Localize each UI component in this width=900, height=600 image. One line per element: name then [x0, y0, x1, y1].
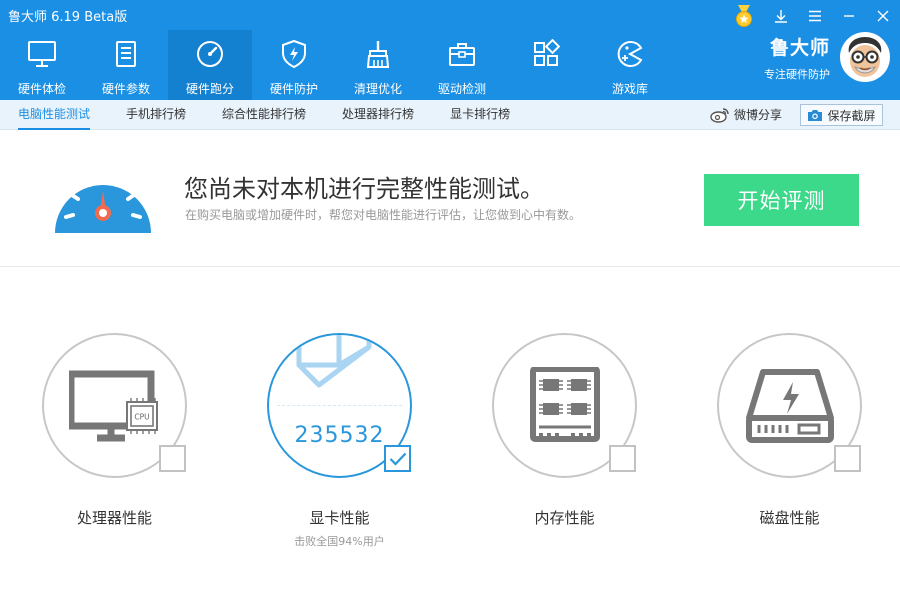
- card-disk: 磁盘性能: [717, 333, 900, 573]
- broom-icon: [366, 41, 390, 68]
- nav-item-apps[interactable]: [504, 30, 588, 100]
- monitor-icon: [28, 41, 56, 67]
- brand: 鲁大师 专注硬件防护: [764, 32, 890, 82]
- nav-label: 硬件防护: [269, 82, 318, 96]
- avatar[interactable]: [840, 32, 890, 82]
- tab-cpu-ranking[interactable]: 处理器排行榜: [342, 100, 414, 130]
- card-cpu: CPU 处理器性能: [42, 333, 232, 573]
- medal-button[interactable]: [724, 0, 764, 32]
- nav-label: 硬件参数: [101, 82, 150, 96]
- nav-item-driver-check[interactable]: 驱动检测: [420, 30, 504, 100]
- menu-button[interactable]: [798, 0, 832, 32]
- gpu-rank-text: 击败全国94%用户: [294, 535, 385, 548]
- brand-slogan: 专注硬件防护: [764, 67, 830, 81]
- close-button[interactable]: [866, 0, 900, 32]
- card-label-gpu: 显卡性能: [309, 509, 370, 527]
- weibo-share-button[interactable]: 微博分享: [710, 106, 782, 123]
- shield-icon: [282, 39, 306, 69]
- card-gpu: 235532 显卡性能 击败全国94%用户: [267, 333, 457, 573]
- window-controls: [724, 0, 900, 32]
- banner-subtitle: 在购买电脑或增加硬件时，帮您对电脑性能进行评估，让您做到心中有数。: [185, 208, 582, 222]
- brand-name: 鲁大师: [769, 36, 830, 59]
- clipboard-icon: [116, 41, 136, 67]
- toolbox-icon: [449, 43, 475, 66]
- disk-icon: [745, 368, 834, 443]
- card-label-disk: 磁盘性能: [759, 509, 820, 527]
- memory-checkbox[interactable]: [609, 445, 636, 472]
- nav-label: 游戏库: [611, 82, 648, 96]
- download-button[interactable]: [764, 0, 798, 32]
- save-screenshot-button[interactable]: 保存截屏: [800, 104, 883, 126]
- nav-label: 硬件体检: [17, 82, 66, 96]
- disk-checkbox[interactable]: [834, 445, 861, 472]
- nav-label: 驱动检测: [437, 82, 486, 96]
- main-nav: 硬件体检 硬件参数 硬件跑分 硬件防护 清理优化 驱动检测 游戏库: [0, 30, 672, 100]
- card-memory: 内存性能: [492, 333, 682, 573]
- tab-pc-performance[interactable]: 电脑性能测试: [18, 100, 91, 130]
- benchmark-banner: 您尚未对本机进行完整性能测试。 在购买电脑或增加硬件时，帮您对电脑性能进行评估，…: [0, 131, 900, 267]
- gpu-checkbox[interactable]: [384, 445, 411, 472]
- title-bar: 鲁大师 6.19 Beta版 硬件体检 硬件参数 硬件跑分 硬件防护 清理优化 …: [0, 0, 900, 100]
- score-divider: [277, 405, 402, 406]
- save-screenshot-label: 保存截屏: [827, 108, 876, 123]
- card-label-memory: 内存性能: [534, 509, 595, 527]
- nav-item-clean-optimize[interactable]: 清理优化: [336, 30, 420, 100]
- minimize-button[interactable]: [832, 0, 866, 32]
- tab-gpu-ranking[interactable]: 显卡排行榜: [450, 100, 510, 130]
- weibo-icon: [710, 107, 729, 123]
- medal-icon: [736, 5, 752, 27]
- card-label-cpu: 处理器性能: [76, 509, 152, 527]
- memory-icon: [529, 366, 600, 442]
- close-icon: [877, 10, 889, 22]
- app-title: 鲁大师 6.19 Beta版: [8, 10, 128, 25]
- nav-item-game-library[interactable]: 游戏库: [588, 30, 672, 100]
- tab-phone-ranking[interactable]: 手机排行榜: [126, 100, 186, 130]
- game-icon: [617, 41, 643, 67]
- download-icon: [775, 10, 787, 23]
- speed-gauge-icon: [55, 172, 151, 233]
- minimize-icon: [844, 15, 854, 17]
- nav-label: 清理优化: [353, 82, 402, 96]
- cpu-checkbox[interactable]: [159, 445, 186, 472]
- cpu-chip-text: CPU: [134, 412, 149, 421]
- tab-overall-ranking[interactable]: 综合性能排行榜: [222, 100, 306, 130]
- checkmark-icon: [389, 452, 406, 466]
- nav-item-hardware-benchmark[interactable]: 硬件跑分: [168, 30, 252, 100]
- weibo-share-label: 微博分享: [734, 108, 783, 122]
- mascot-icon: [842, 34, 888, 80]
- nav-item-hardware-check[interactable]: 硬件体检: [0, 30, 84, 100]
- cpu-monitor-icon: CPU: [68, 370, 158, 441]
- nav-label: 硬件跑分: [185, 82, 234, 96]
- speedometer-icon: [197, 41, 223, 67]
- camera-icon: [808, 109, 823, 121]
- banner-title: 您尚未对本机进行完整性能测试。: [184, 175, 544, 203]
- start-benchmark-button[interactable]: 开始评测: [704, 174, 859, 226]
- menu-icon: [809, 10, 821, 22]
- apps-icon: [534, 39, 561, 66]
- nav-item-hardware-protect[interactable]: 硬件防护: [252, 30, 336, 100]
- sub-tab-bar: 电脑性能测试 手机排行榜 综合性能排行榜 处理器排行榜 显卡排行榜 微博分享 保…: [0, 100, 900, 130]
- nav-item-hardware-params[interactable]: 硬件参数: [84, 30, 168, 100]
